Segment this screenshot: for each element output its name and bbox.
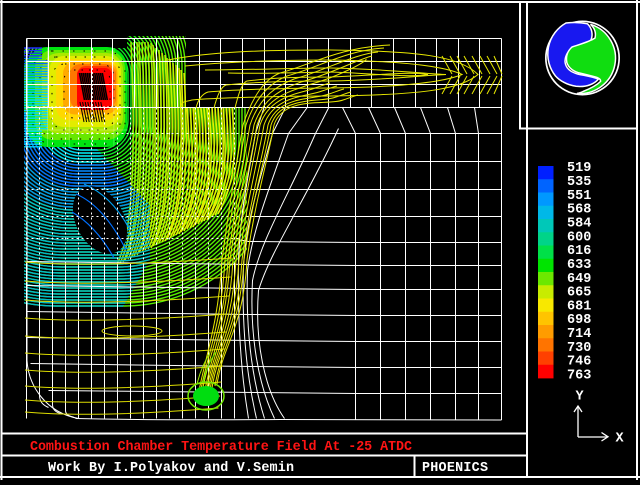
svg-text:PHOENICS: PHOENICS xyxy=(422,461,488,476)
svg-text:746: 746 xyxy=(567,355,591,370)
svg-text:714: 714 xyxy=(567,327,591,342)
svg-text:568: 568 xyxy=(567,203,591,218)
svg-text:600: 600 xyxy=(567,230,591,245)
svg-text:519: 519 xyxy=(567,161,591,176)
svg-text:616: 616 xyxy=(567,244,591,259)
svg-text:Combustion Chamber Temperature: Combustion Chamber Temperature Field At … xyxy=(30,440,412,455)
svg-text:Y: Y xyxy=(576,390,585,405)
svg-text:584: 584 xyxy=(567,217,591,232)
svg-text:698: 698 xyxy=(567,313,591,328)
svg-text:730: 730 xyxy=(567,341,591,356)
svg-text:535: 535 xyxy=(567,175,591,190)
svg-text:Work By I.Polyakov and V.Semin: Work By I.Polyakov and V.Semin xyxy=(48,461,294,476)
svg-text:X: X xyxy=(616,432,625,447)
svg-text:681: 681 xyxy=(567,299,591,314)
svg-text:665: 665 xyxy=(567,286,591,301)
svg-text:551: 551 xyxy=(567,189,591,204)
svg-text:633: 633 xyxy=(567,258,591,273)
svg-text:763: 763 xyxy=(567,369,591,384)
svg-text:649: 649 xyxy=(567,272,591,287)
